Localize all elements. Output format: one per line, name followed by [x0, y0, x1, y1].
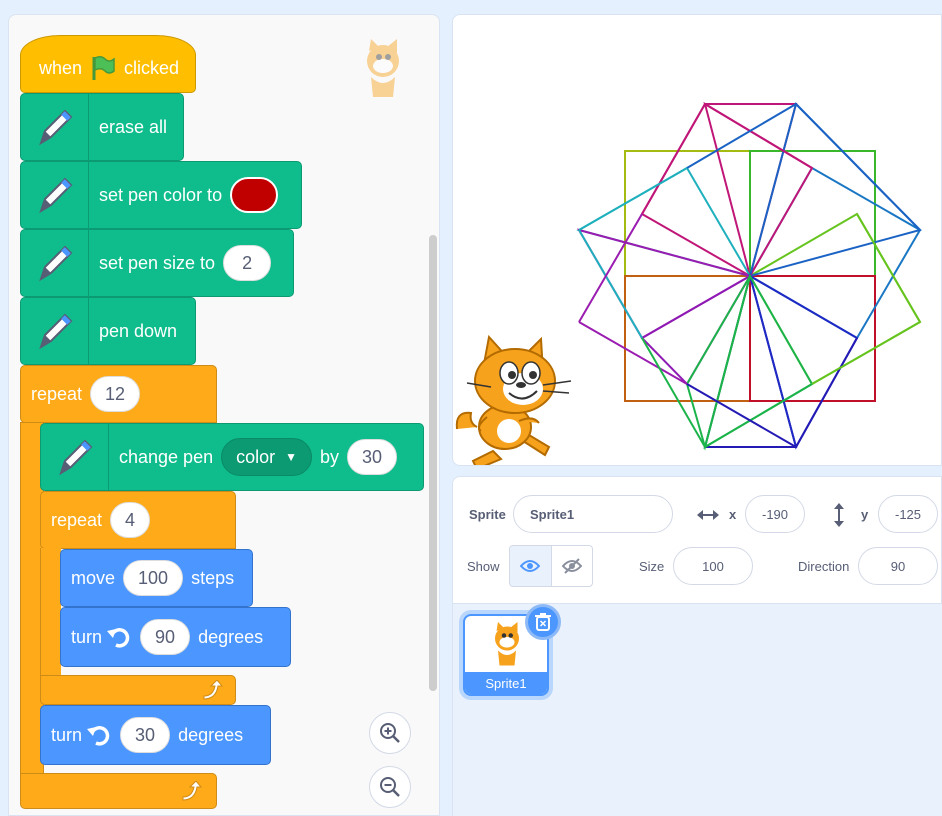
vertical-arrows-icon [834, 503, 844, 527]
move-label: move [71, 567, 116, 588]
direction-field[interactable]: 90 [858, 547, 938, 585]
pen-color-swatch[interactable] [230, 177, 279, 213]
pen-size-input[interactable]: 2 [223, 245, 272, 281]
sprite-watermark-icon [367, 39, 399, 97]
code-area: when clicked erase all set pen color to … [8, 14, 440, 816]
repeat-outer-count-input[interactable]: 12 [90, 376, 141, 412]
pen-down-label: pen down [99, 320, 178, 341]
code-area-scrollbar[interactable] [429, 235, 437, 691]
repeat-outer-label: repeat [31, 383, 83, 404]
zoom-in-button[interactable] [369, 712, 411, 754]
repeat-outer-top[interactable]: repeat 12 [20, 365, 217, 423]
sprite-name-value: Sprite1 [530, 506, 575, 522]
move-steps-input[interactable]: 100 [123, 560, 184, 596]
repeat-inner-arm [40, 548, 61, 676]
pen-down-block[interactable]: pen down [20, 297, 196, 365]
loop-arrow-icon [182, 781, 202, 801]
show-label: Show [467, 559, 500, 574]
horizontal-arrows-icon [697, 510, 719, 520]
direction-label: Direction [798, 559, 850, 574]
when-flag-clicked-block[interactable]: when clicked [20, 35, 196, 93]
repeat-inner-bottom [40, 675, 236, 705]
zoom-out-button[interactable] [369, 766, 411, 808]
set-pen-color-block[interactable]: set pen color to [20, 161, 302, 229]
zoom-in-icon [380, 723, 400, 743]
show-hidden-button[interactable] [552, 546, 593, 586]
change-pen-value-input[interactable]: 30 [347, 439, 398, 475]
repeat-inner-top[interactable]: repeat 4 [40, 491, 236, 549]
turn-outer-degrees-input[interactable]: 30 [120, 717, 171, 753]
direction-value: 90 [890, 558, 906, 574]
eye-slash-icon [561, 558, 582, 574]
pen-param-value: color [236, 446, 276, 467]
eye-icon [520, 560, 541, 572]
sprite-name-field[interactable]: Sprite1 [513, 495, 673, 533]
set-pen-size-label: set pen size to [99, 252, 216, 273]
repeat-inner-label: repeat [51, 509, 103, 530]
pen-extension-icon [41, 424, 109, 490]
degrees-label: degrees [198, 626, 264, 647]
loop-arrow-icon [203, 680, 223, 700]
x-value: -190 [761, 506, 789, 522]
turn-outer-block[interactable]: turn 30 degrees [40, 705, 271, 765]
clicked-label: clicked [124, 57, 180, 78]
sprite-tile-name: Sprite1 [465, 672, 547, 694]
pen-extension-icon [21, 94, 89, 160]
erase-all-block[interactable]: erase all [20, 93, 184, 161]
show-visible-button[interactable] [510, 546, 552, 586]
change-pen-label: change pen [119, 446, 214, 467]
sprite-list: Sprite1 [452, 604, 942, 816]
dropdown-arrow-icon: ▼ [285, 450, 297, 464]
by-label: by [320, 446, 340, 467]
size-field[interactable]: 100 [673, 547, 753, 585]
pen-extension-icon [21, 230, 89, 296]
rotate-left-icon [107, 628, 130, 648]
turn-inner-block[interactable]: turn 90 degrees [60, 607, 291, 667]
x-label: x [729, 507, 737, 522]
zoom-out-icon [380, 777, 400, 797]
erase-all-label: erase all [99, 116, 168, 137]
rotate-left-icon [87, 726, 110, 746]
y-value: -125 [894, 506, 922, 522]
show-toggle [509, 545, 593, 587]
set-pen-color-label: set pen color to [99, 184, 223, 205]
cat-sprite[interactable] [453, 331, 583, 466]
change-pen-block[interactable]: change pen color ▼ by 30 [40, 423, 424, 491]
sprite-thumbnail-icon [495, 622, 519, 666]
move-steps-block[interactable]: move 100 steps [60, 549, 253, 607]
stage[interactable] [452, 14, 942, 466]
turn-inner-degrees-input[interactable]: 90 [140, 619, 191, 655]
green-flag-icon [92, 55, 115, 80]
set-pen-size-block[interactable]: set pen size to 2 [20, 229, 294, 297]
pen-param-dropdown[interactable]: color ▼ [221, 438, 312, 476]
pen-extension-icon [21, 298, 89, 364]
pen-extension-icon [21, 162, 89, 228]
size-value: 100 [702, 558, 724, 574]
size-label: Size [639, 559, 665, 574]
when-label: when [39, 57, 83, 78]
turn-outer-label: turn [51, 724, 83, 745]
y-label: y [861, 507, 869, 522]
delete-sprite-button[interactable] [525, 604, 561, 640]
trash-icon [535, 613, 551, 631]
y-field[interactable]: -125 [878, 495, 938, 533]
repeat-outer-bottom [20, 773, 217, 809]
sprite-label: Sprite [469, 507, 506, 522]
turn-inner-label: turn [71, 626, 103, 647]
sprite-info-panel: Sprite Sprite1 x -190 y -125 Show Size 1… [452, 476, 942, 604]
x-field[interactable]: -190 [745, 495, 805, 533]
repeat-inner-count-input[interactable]: 4 [110, 502, 151, 538]
degrees-label: degrees [178, 724, 244, 745]
steps-label: steps [191, 567, 235, 588]
